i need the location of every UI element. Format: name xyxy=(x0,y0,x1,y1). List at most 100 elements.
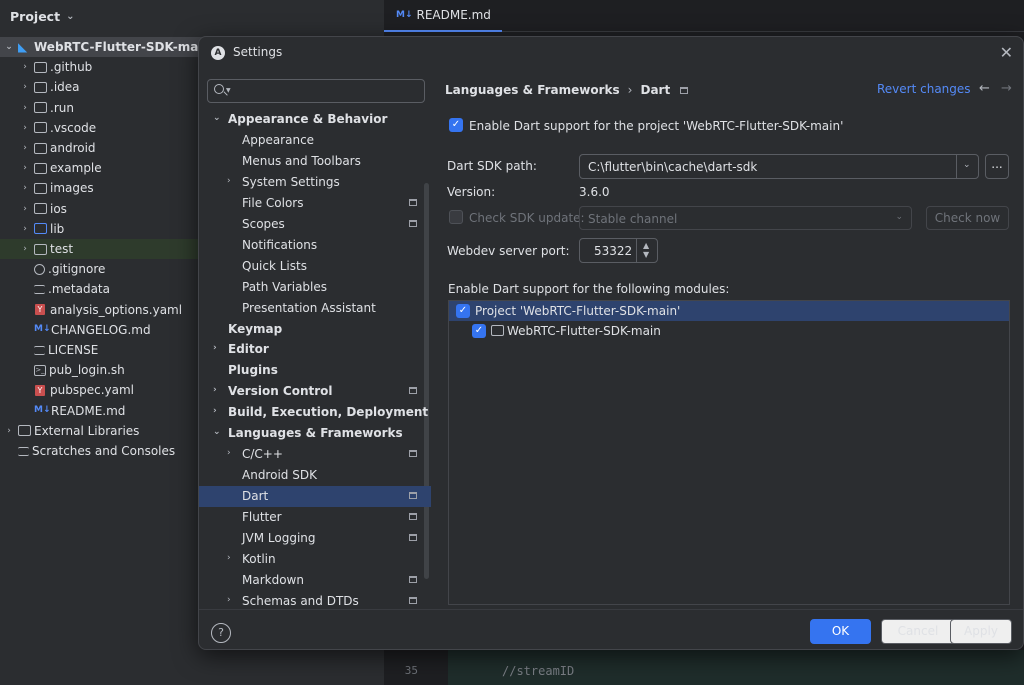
module-row-module[interactable]: ✓ WebRTC-Flutter-SDK-main xyxy=(449,321,1009,342)
project-tree-item[interactable]: › .github xyxy=(0,57,92,77)
project-tree-item[interactable]: › .vscode xyxy=(0,118,96,138)
settings-nav-item[interactable]: › System Settings xyxy=(199,172,431,193)
sdk-path-combobox[interactable]: C:\flutter\bin\cache\dart-sdk ⌄ xyxy=(579,154,979,179)
settings-nav-item[interactable]: Keymap xyxy=(199,319,431,340)
sdk-browse-button[interactable]: ... xyxy=(985,154,1009,179)
chevron-right-icon[interactable]: › xyxy=(227,595,231,605)
settings-nav-item[interactable]: ⌄ Languages & Frameworks xyxy=(199,423,431,444)
project-tree-item[interactable]: M↓ CHANGELOG.md xyxy=(0,320,151,340)
revert-changes-link[interactable]: Revert changes xyxy=(877,82,971,96)
cancel-button[interactable]: Cancel xyxy=(881,619,955,644)
project-tree-item[interactable]: Yanalysis_options.yaml xyxy=(0,300,182,320)
chevron-down-icon[interactable]: ▼ xyxy=(643,250,649,259)
settings-nav-item[interactable]: › C/C++ xyxy=(199,444,431,465)
chevron-right-icon[interactable]: › xyxy=(20,163,30,173)
project-tree-item[interactable]: LICENSE xyxy=(0,340,98,360)
webdev-port-spinner[interactable]: 53322 ▲ ▼ xyxy=(579,238,658,263)
project-tree-item[interactable]: .metadata xyxy=(0,279,110,299)
chevron-right-icon[interactable]: › xyxy=(20,123,30,133)
project-tree-item[interactable]: › .idea xyxy=(0,77,79,97)
check-sdk-update-checkbox[interactable] xyxy=(449,210,463,224)
check-now-button[interactable]: Check now xyxy=(926,206,1009,230)
project-tree-item[interactable]: Ypubspec.yaml xyxy=(0,380,134,400)
chevron-right-icon[interactable]: › xyxy=(20,143,30,153)
chevron-down-icon[interactable]: ⌄ xyxy=(213,113,221,123)
settings-nav-item[interactable]: Markdown xyxy=(199,570,431,591)
apply-button[interactable]: Apply xyxy=(950,619,1012,644)
settings-nav-item[interactable]: ⌄ Appearance & Behavior xyxy=(199,109,431,130)
project-tree-item[interactable]: › .run xyxy=(0,98,74,118)
settings-nav-item[interactable]: Path Variables xyxy=(199,277,431,298)
chevron-right-icon[interactable]: › xyxy=(20,224,30,234)
settings-search-input[interactable] xyxy=(234,82,420,100)
chevron-right-icon[interactable]: › xyxy=(20,204,30,214)
settings-nav-item[interactable]: Menus and Toolbars xyxy=(199,151,431,172)
editor-code[interactable]: //streamID xyxy=(448,650,1024,685)
settings-nav-item[interactable]: › Kotlin xyxy=(199,549,431,570)
settings-nav-item[interactable]: › Editor xyxy=(199,339,431,360)
editor-tab-readme[interactable]: M↓ README.md xyxy=(384,0,502,32)
settings-nav-item[interactable]: › Schemas and DTDs xyxy=(199,591,431,609)
dialog-title-bar[interactable]: A Settings ✕ xyxy=(199,37,1023,69)
chevron-right-icon[interactable]: › xyxy=(20,103,30,113)
update-channel-select[interactable]: Stable channel ⌄ xyxy=(579,206,912,230)
help-icon[interactable]: ? xyxy=(211,623,231,643)
port-spin-buttons[interactable]: ▲ ▼ xyxy=(636,239,658,262)
project-tree-item[interactable]: › External Libraries xyxy=(0,421,139,441)
chevron-right-icon[interactable]: › xyxy=(227,176,231,186)
close-icon[interactable]: ✕ xyxy=(1000,43,1013,62)
chevron-up-icon[interactable]: ▲ xyxy=(643,241,649,250)
settings-nav-item[interactable]: Appearance xyxy=(199,130,431,151)
settings-nav-item[interactable]: Presentation Assistant xyxy=(199,298,431,319)
chevron-right-icon[interactable]: › xyxy=(4,426,14,436)
settings-nav-item[interactable]: JVM Logging xyxy=(199,528,431,549)
folder-icon xyxy=(34,122,47,134)
chevron-right-icon[interactable]: › xyxy=(20,82,30,92)
module-checkbox[interactable]: ✓ xyxy=(472,324,486,338)
chevron-right-icon[interactable]: › xyxy=(213,406,217,416)
settings-nav-item[interactable]: Flutter xyxy=(199,507,431,528)
code-line: //streamID xyxy=(502,664,575,678)
project-tree-item[interactable]: › images xyxy=(0,178,93,198)
project-tree-item[interactable]: M↓ README.md xyxy=(0,401,125,421)
project-level-icon xyxy=(409,219,417,227)
chevron-right-icon[interactable]: › xyxy=(20,62,30,72)
settings-nav-item[interactable]: Notifications xyxy=(199,235,431,256)
project-tree-item[interactable]: .gitignore xyxy=(0,259,105,279)
chevron-right-icon[interactable]: › xyxy=(20,183,30,193)
back-arrow-icon[interactable]: ← xyxy=(979,81,990,96)
module-row-project[interactable]: ✓ Project 'WebRTC-Flutter-SDK-main' xyxy=(449,301,1009,321)
chevron-right-icon[interactable]: › xyxy=(213,343,217,353)
chevron-right-icon[interactable]: › xyxy=(213,385,217,395)
settings-nav-item[interactable]: Android SDK xyxy=(199,465,431,486)
forward-arrow-icon[interactable]: → xyxy=(1001,81,1012,96)
ok-button[interactable]: OK xyxy=(810,619,871,644)
project-level-icon xyxy=(409,492,417,500)
project-tree-item[interactable]: › android xyxy=(0,138,95,158)
chevron-right-icon[interactable]: › xyxy=(227,553,231,563)
project-tree-item[interactable]: › ios xyxy=(0,199,67,219)
project-level-icon xyxy=(409,534,417,541)
project-panel-header[interactable]: Project ⌄ xyxy=(0,0,384,32)
settings-nav-item[interactable]: Plugins xyxy=(199,360,431,381)
chevron-down-icon[interactable]: ⌄ xyxy=(963,160,971,170)
chevron-right-icon[interactable]: › xyxy=(227,448,231,458)
breadcrumb-parent[interactable]: Languages & Frameworks xyxy=(445,83,620,97)
project-tree-item[interactable]: Scratches and Consoles xyxy=(0,441,175,461)
chevron-down-icon[interactable]: ⌄ xyxy=(213,427,221,437)
settings-nav-item[interactable]: Quick Lists xyxy=(199,256,431,277)
settings-nav-item[interactable]: › Build, Execution, Deployment xyxy=(199,402,431,423)
search-options-caret-icon[interactable]: ▼ xyxy=(226,87,231,94)
settings-nav-item[interactable]: File Colors xyxy=(199,193,431,214)
project-tree-item[interactable]: › example xyxy=(0,158,101,178)
project-module-checkbox[interactable]: ✓ xyxy=(456,304,470,318)
settings-search-box[interactable]: ▼ xyxy=(207,79,425,103)
project-tree-item[interactable]: >_ pub_login.sh xyxy=(0,360,125,380)
enable-dart-checkbox[interactable]: ✓ xyxy=(449,118,463,132)
chevron-down-icon[interactable]: ⌄ xyxy=(4,42,14,52)
chevron-right-icon[interactable]: › xyxy=(20,244,30,254)
settings-nav-item[interactable]: Scopes xyxy=(199,214,431,235)
settings-nav-item[interactable]: › Version Control xyxy=(199,381,431,402)
project-tree-item[interactable]: › lib xyxy=(0,219,64,239)
settings-nav-item[interactable]: Dart xyxy=(199,486,431,508)
